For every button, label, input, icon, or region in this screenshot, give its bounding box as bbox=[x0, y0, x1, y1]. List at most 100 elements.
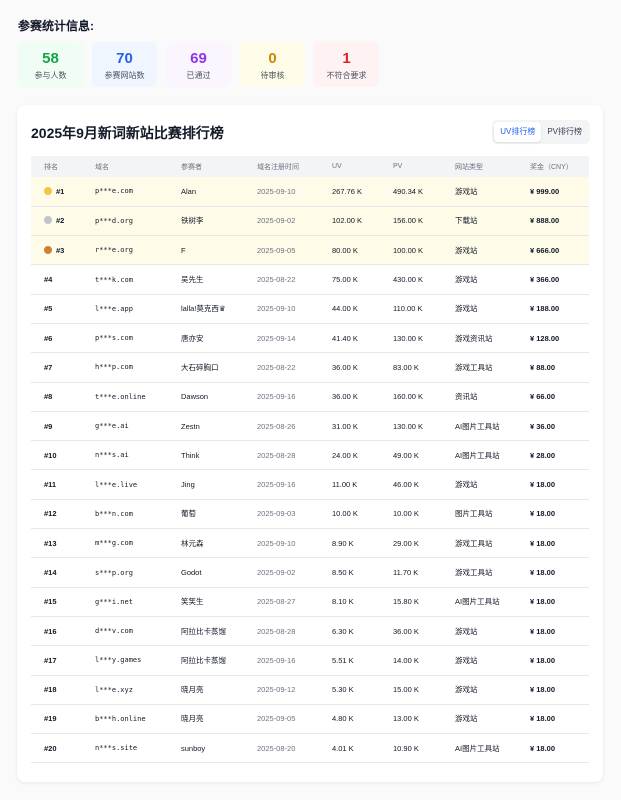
participant-cell-text: Think bbox=[181, 450, 200, 460]
domain-cell-text: l***y.games bbox=[95, 656, 142, 665]
stat-card: 58 参与人数 bbox=[18, 42, 83, 87]
uv-cell-text: 4.80 K bbox=[332, 714, 354, 724]
stats-panel: 58 参与人数 70 参赛网站数 69 已通过 0 待审核 1 不符合要求 bbox=[18, 42, 379, 87]
participant-cell-text: 葡萄 bbox=[181, 509, 196, 519]
registration-date-cell: 2025-08-26 bbox=[244, 411, 319, 442]
participant-cell: Jing bbox=[168, 469, 244, 500]
column-header: 排名 bbox=[31, 156, 82, 177]
participant-cell: Zestn bbox=[168, 411, 244, 442]
prize-cell-text: ¥ 36.00 bbox=[530, 421, 556, 431]
participant-cell: lalla!莫克西♛ bbox=[168, 294, 244, 324]
domain-cell-text: p***d.org bbox=[95, 216, 133, 225]
domain-cell-text: b***n.com bbox=[95, 509, 133, 518]
site-type-cell-text: AI图片工具站 bbox=[455, 450, 500, 460]
domain-cell-text: l***e.app bbox=[95, 304, 133, 313]
rank-cell: #9 bbox=[31, 411, 82, 442]
table-row: #7 h***p.com 大石碎胸口 2025-08-22 36.00 K 83.00 K… bbox=[31, 352, 589, 383]
pv-cell: 130.00 K bbox=[380, 411, 442, 442]
pv-cell-text: 10.90 K bbox=[393, 743, 419, 753]
table-row: #17 l***y.games 阿拉比卡蒸馏 2025-09-16 5.51 K 14.0… bbox=[31, 645, 589, 676]
prize-cell: ¥ 28.00 bbox=[517, 440, 589, 471]
registration-date-cell: 2025-09-05 bbox=[244, 235, 319, 266]
registration-date-cell-text: 2025-08-28 bbox=[257, 626, 296, 636]
site-type-cell: AI图片工具站 bbox=[442, 440, 517, 471]
site-type-cell: 图片工具站 bbox=[442, 499, 517, 530]
prize-cell-text: ¥ 18.00 bbox=[530, 655, 556, 665]
prize-cell-text: ¥ 18.00 bbox=[530, 568, 556, 577]
table-row: #9 g***e.ai Zestn 2025-08-26 31.00 K 130.00 K… bbox=[31, 411, 589, 442]
pv-cell-text: 130.00 K bbox=[393, 333, 424, 343]
registration-date-cell-text: 2025-09-16 bbox=[257, 655, 296, 665]
prize-cell: ¥ 666.00 bbox=[517, 235, 589, 266]
participant-cell-text: 林元森 bbox=[181, 538, 204, 548]
pv-cell: 11.70 K bbox=[380, 557, 442, 588]
pv-cell: 10.00 K bbox=[380, 499, 442, 530]
uv-cell-text: 75.00 K bbox=[332, 275, 358, 285]
site-type-cell: 游戏站 bbox=[442, 235, 517, 266]
uv-cell: 8.10 K bbox=[319, 587, 380, 617]
uv-cell: 31.00 K bbox=[319, 411, 380, 442]
registration-date-cell: 2025-08-20 bbox=[244, 733, 319, 764]
site-type-cell: 游戏站 bbox=[442, 469, 517, 500]
rank-cell-text: #8 bbox=[44, 392, 53, 402]
rank-cell-text: #9 bbox=[44, 421, 53, 431]
registration-date-cell: 2025-09-16 bbox=[244, 469, 319, 500]
participant-cell-text: Dawson bbox=[181, 392, 209, 402]
domain-cell-text: h***p.com bbox=[95, 363, 133, 372]
uv-cell-text: 31.00 K bbox=[332, 421, 358, 431]
stats-title: 参赛统计信息: bbox=[18, 19, 94, 33]
stat-value: 58 bbox=[42, 50, 59, 67]
prize-cell: ¥ 18.00 bbox=[517, 557, 589, 588]
participant-cell-text: Jing bbox=[181, 480, 195, 490]
site-type-cell: AI图片工具站 bbox=[442, 587, 517, 617]
participant-cell: Dawson bbox=[168, 382, 244, 412]
tab-uv-ranking[interactable]: UV排行榜 bbox=[494, 122, 542, 142]
column-header: 网站类型 bbox=[442, 156, 517, 177]
uv-cell: 36.00 K bbox=[319, 382, 380, 412]
prize-cell: ¥ 18.00 bbox=[517, 499, 589, 530]
table-row: #6 p***s.com 唐亦安 2025-09-14 41.40 K 130.00 K 游… bbox=[31, 323, 589, 354]
site-type-cell-text: 游戏站 bbox=[455, 275, 478, 285]
pv-cell: 130.00 K bbox=[380, 323, 442, 354]
prize-cell: ¥ 18.00 bbox=[517, 733, 589, 764]
leaderboard-card: 2025年9月新词新站比赛排行榜 UV排行榜 PV排行榜 排名 域名 参赛者 域名注册时… bbox=[17, 105, 603, 782]
rank-cell: #2 bbox=[31, 206, 82, 237]
registration-date-cell: 2025-09-10 bbox=[244, 294, 319, 324]
tab-pv-ranking[interactable]: PV排行榜 bbox=[541, 122, 588, 142]
pv-cell: 110.00 K bbox=[380, 294, 442, 324]
uv-cell: 44.00 K bbox=[319, 294, 380, 324]
uv-cell: 4.01 K bbox=[319, 733, 380, 764]
stat-label: 不符合要求 bbox=[326, 71, 367, 80]
participant-cell-text: Godot bbox=[181, 568, 202, 577]
prize-cell-text: ¥ 28.00 bbox=[530, 450, 556, 460]
prize-cell-text: ¥ 666.00 bbox=[530, 245, 560, 255]
uv-cell-text: 11.00 K bbox=[332, 480, 358, 490]
participant-cell: 阿拉比卡蒸馏 bbox=[168, 616, 244, 647]
table-row: #5 l***e.app lalla!莫克西♛ 2025-09-10 44.00 K 11… bbox=[31, 294, 589, 324]
domain-cell: n***s.site bbox=[82, 733, 168, 764]
participant-cell-text: 阿拉比卡蒸馏 bbox=[181, 626, 226, 636]
domain-cell: d***v.com bbox=[82, 616, 168, 647]
pv-cell-text: 490.34 K bbox=[393, 186, 424, 196]
uv-cell: 80.00 K bbox=[319, 235, 380, 266]
domain-cell-text: m***g.com bbox=[95, 539, 133, 548]
pv-cell: 10.90 K bbox=[380, 733, 442, 764]
rank-cell-text: #3 bbox=[56, 245, 65, 255]
site-type-cell-text: 游戏站 bbox=[455, 304, 478, 314]
registration-date-cell-text: 2025-09-10 bbox=[257, 304, 296, 314]
pv-cell: 29.00 K bbox=[380, 528, 442, 559]
registration-date-cell-text: 2025-09-10 bbox=[257, 186, 296, 196]
stat-card: 1 不符合要求 bbox=[314, 42, 379, 87]
rank-cell-text: #5 bbox=[44, 304, 53, 314]
pv-cell-text: 49.00 K bbox=[393, 450, 419, 460]
site-type-cell: 游戏工具站 bbox=[442, 528, 517, 559]
site-type-cell: 资讯站 bbox=[442, 382, 517, 412]
registration-date-cell-text: 2025-08-22 bbox=[257, 362, 296, 372]
site-type-cell-text: 游戏站 bbox=[455, 626, 478, 636]
registration-date-cell: 2025-09-10 bbox=[244, 177, 319, 207]
prize-cell-text: ¥ 999.00 bbox=[530, 186, 560, 196]
rank-cell: #5 bbox=[31, 294, 82, 324]
uv-cell-text: 5.30 K bbox=[332, 685, 354, 695]
uv-cell-text: 41.40 K bbox=[332, 333, 358, 343]
registration-date-cell: 2025-09-05 bbox=[244, 704, 319, 735]
